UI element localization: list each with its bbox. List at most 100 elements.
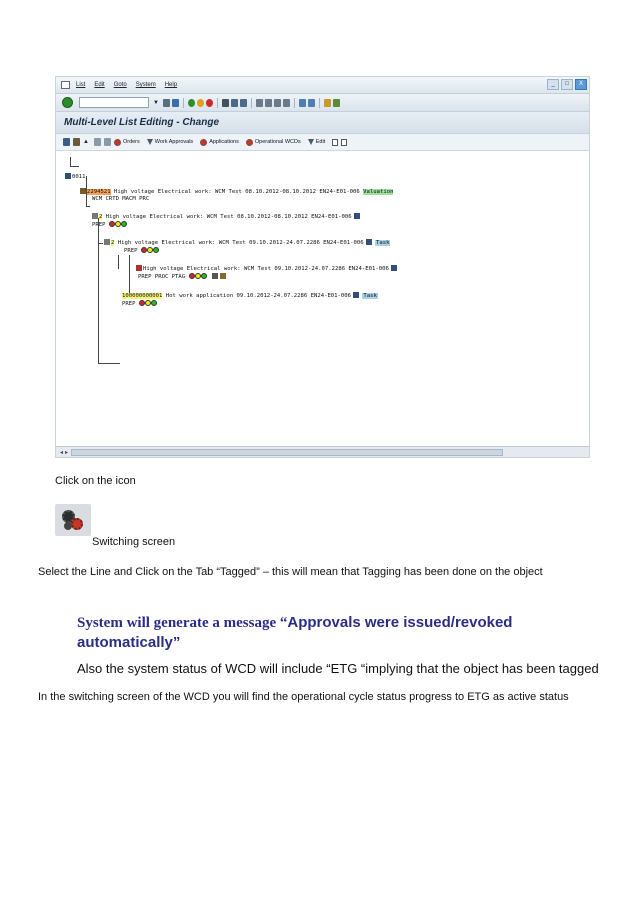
toolbar-separator	[216, 97, 218, 108]
yellow-led-icon	[146, 247, 153, 253]
tree-node-work-approval-child[interactable]: 2 High voltage Electrical work: WCM Test…	[104, 239, 391, 247]
toolbar-separator	[293, 97, 295, 108]
applications-label: Applications	[209, 139, 239, 145]
yellow-led-icon	[144, 300, 151, 306]
gear-icon	[245, 138, 253, 146]
tool-icon[interactable]	[219, 273, 226, 279]
help-icon[interactable]	[323, 98, 331, 107]
wcd-node-icon	[136, 265, 142, 271]
green-led-icon	[150, 300, 157, 306]
tree-node-wcm-status: WCM CRTD MACM PRC	[92, 196, 150, 202]
detail-icon[interactable]	[93, 138, 101, 146]
next-page-icon[interactable]	[273, 98, 281, 107]
pencil-icon[interactable]	[73, 138, 80, 146]
standard-toolbar: ▼	[56, 94, 589, 112]
find-next-icon[interactable]	[239, 98, 247, 107]
shortcut-icon[interactable]	[307, 98, 315, 107]
system-menu-icon[interactable]	[61, 81, 70, 89]
orders-button[interactable]: Orders	[113, 138, 140, 146]
tree-connector	[129, 255, 130, 297]
save-icon[interactable]	[171, 98, 179, 107]
horizontal-scrollbar[interactable]: ◂ ▸	[56, 446, 589, 457]
tree-connector	[86, 206, 90, 207]
tree-connector	[98, 363, 120, 364]
tree-node-wcd-status: PREP PROC PTAG	[138, 273, 226, 281]
operational-wcds-label: Operational WCDs	[254, 139, 301, 145]
detail-button-icon[interactable]	[353, 213, 360, 219]
detail-button-icon[interactable]	[353, 292, 360, 298]
menu-help[interactable]: Help	[165, 82, 177, 88]
red-led-icon	[108, 221, 115, 227]
edit-label: Edit	[315, 139, 326, 145]
document-icon[interactable]	[332, 138, 339, 146]
display-change-icon[interactable]	[63, 138, 70, 146]
green-led-icon	[120, 221, 127, 227]
command-dropdown-icon[interactable]: ▼	[153, 100, 159, 106]
red-led-icon	[138, 300, 145, 306]
gear-icon	[113, 138, 121, 146]
list-icon[interactable]	[103, 138, 111, 146]
tree-connector	[98, 218, 99, 363]
detail-button-icon[interactable]	[365, 239, 372, 245]
menu-goto[interactable]: Goto	[114, 82, 127, 88]
red-led-icon	[140, 247, 147, 253]
menu-edit[interactable]: Edit	[94, 82, 104, 88]
tree-node-work-approval[interactable]: 2 High voltage Electrical work: WCM Test…	[92, 213, 360, 221]
toolbar-separator	[250, 97, 252, 108]
applications-button[interactable]: Applications	[200, 138, 239, 146]
scroll-left-icon[interactable]: ◂	[60, 449, 63, 456]
last-page-icon[interactable]	[282, 98, 290, 107]
scrollbar-thumb[interactable]	[71, 448, 504, 456]
maximize-button[interactable]: □	[561, 79, 573, 90]
detail-button-icon[interactable]	[390, 265, 397, 271]
gear-icon	[64, 522, 72, 530]
switching-screen-caption: Switching screen	[92, 536, 176, 548]
toolbar-separator	[318, 97, 320, 108]
tree-node-wcd[interactable]: High voltage Electrical work: WCM Test 0…	[136, 265, 397, 273]
scroll-right-icon[interactable]: ▸	[65, 449, 68, 456]
menu-system[interactable]: System	[136, 82, 156, 88]
command-field[interactable]	[79, 97, 149, 108]
green-led-icon	[200, 273, 207, 279]
previous-page-icon[interactable]	[264, 98, 272, 107]
work-approvals-button[interactable]: Work Approvals	[146, 139, 194, 145]
gear-icon	[71, 518, 83, 530]
list-icon[interactable]	[211, 273, 218, 279]
tree-node-wcm[interactable]: 2294521 High voltage Electrical work: WC…	[80, 188, 394, 196]
system-message-text: System will generate a message “Approval…	[77, 614, 513, 651]
minimize-button[interactable]: _	[547, 79, 559, 90]
instruction-click-icon: Click on the icon	[55, 475, 136, 487]
tree-root[interactable]: 0011	[65, 173, 85, 181]
work-approvals-label: Work Approvals	[154, 139, 194, 145]
tree-connector	[98, 243, 103, 244]
tree-node-hot-work-status: PREP	[122, 300, 157, 308]
document-icon[interactable]	[341, 138, 348, 146]
menu-list[interactable]: List	[76, 82, 85, 88]
layout-icon[interactable]	[332, 98, 340, 107]
tree-node-work-approval-status: PREP	[92, 221, 127, 229]
collapse-node-icon	[92, 213, 98, 219]
funnel-icon	[146, 139, 153, 145]
edit-button[interactable]: Edit	[307, 139, 326, 145]
back-arrow-icon[interactable]	[162, 98, 170, 107]
exit-icon[interactable]	[196, 98, 204, 107]
new-session-icon[interactable]	[298, 98, 306, 107]
yellow-led-icon	[194, 273, 201, 279]
tree-node-work-approval-child-status: PREP	[124, 247, 159, 255]
tree-connector	[70, 157, 71, 166]
close-button[interactable]: X	[575, 79, 587, 90]
back-icon[interactable]	[187, 98, 195, 107]
collapse-icon[interactable]: ▲	[83, 139, 89, 145]
enter-check-icon[interactable]	[62, 97, 73, 108]
operational-wcds-button[interactable]: Operational WCDs	[245, 138, 301, 146]
print-icon[interactable]	[221, 98, 229, 107]
menu-bar: List Edit Goto System Help _ □ X	[56, 77, 589, 94]
red-led-icon	[188, 273, 195, 279]
find-icon[interactable]	[230, 98, 238, 107]
first-page-icon[interactable]	[255, 98, 263, 107]
tree-node-hot-work-application[interactable]: 100000000001 Hot work application 09.10.…	[122, 292, 378, 300]
org-folder-icon	[65, 173, 71, 179]
cancel-icon[interactable]	[205, 98, 213, 107]
tree-connector	[118, 255, 119, 269]
switching-screen-gears-icon	[55, 504, 91, 536]
